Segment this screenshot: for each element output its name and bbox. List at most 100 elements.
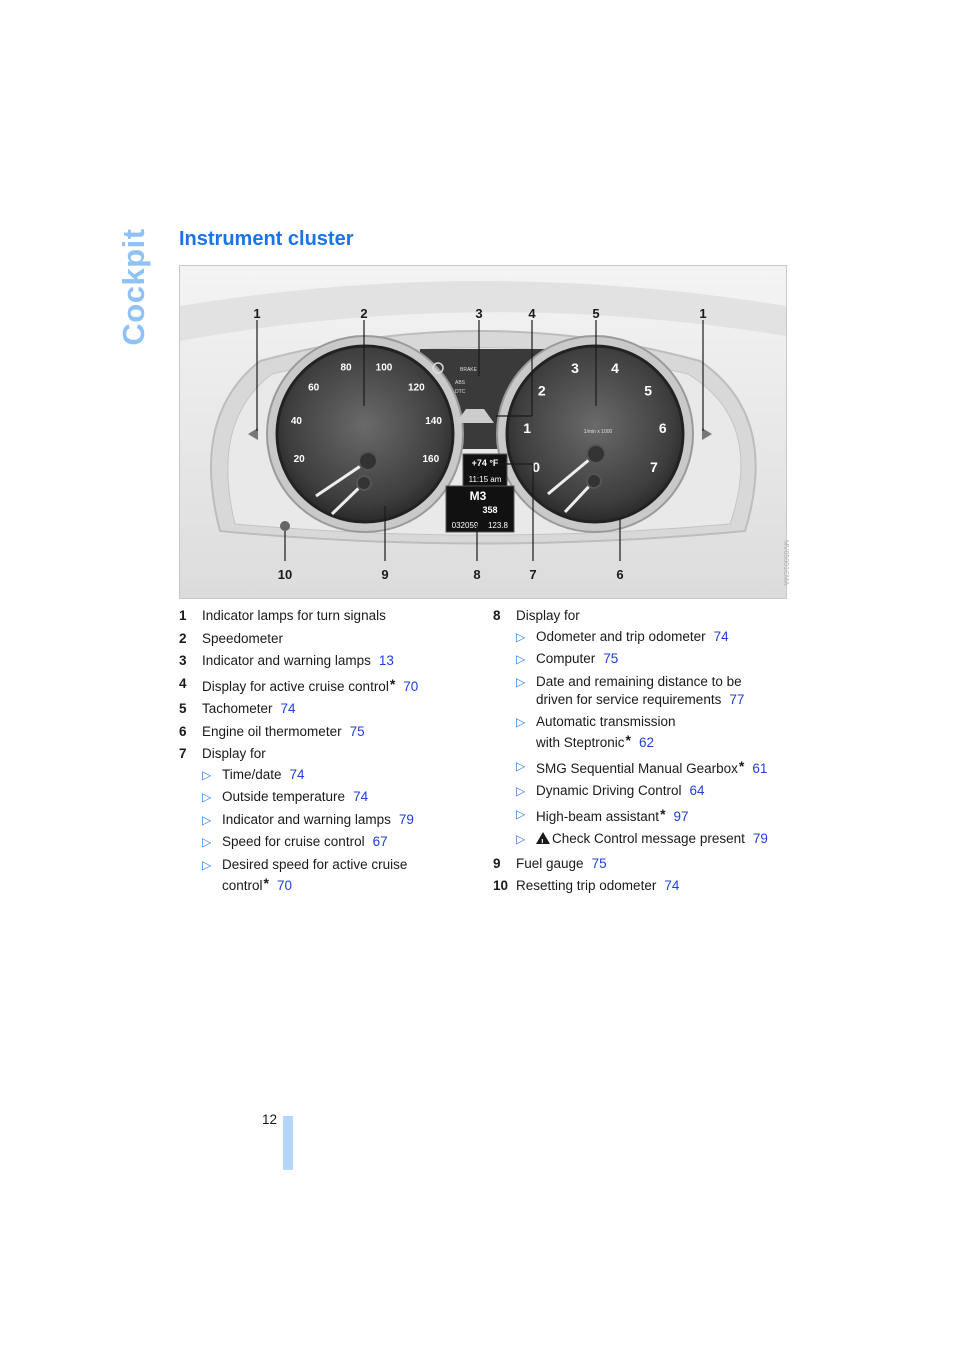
page-link[interactable]: 77 (729, 692, 744, 707)
section-tab: Cockpit (114, 228, 154, 346)
page-link[interactable]: 79 (399, 812, 414, 827)
bullet-triangle-icon: ▷ (202, 835, 212, 849)
legend-subtext-cont: control (222, 877, 263, 893)
page-link[interactable]: 79 (753, 831, 768, 846)
legend-subitem: ▷ Automatic transmission with Steptronic* 6… (493, 713, 793, 752)
legend-subitem: ▷ Outside temperature 74 (179, 788, 469, 806)
page-link[interactable]: 74 (664, 878, 679, 893)
bullet-triangle-icon: ▷ (202, 767, 212, 782)
legend-subtext: Dynamic Driving Control (536, 783, 682, 798)
callout-7: 7 (529, 567, 536, 582)
page-link[interactable]: 75 (592, 856, 607, 871)
legend-subitem: ▷ Computer 75 (493, 650, 793, 668)
legend-text: Resetting trip odometer (516, 878, 657, 893)
legend-item: 6 Engine oil thermometer 75 (179, 721, 469, 744)
legend-item: 8 Display for (493, 605, 793, 628)
page-link[interactable]: 97 (674, 809, 689, 824)
dtc-lamp: DTC (455, 389, 466, 395)
section-tab-label: Cockpit (116, 228, 151, 346)
legend-subitem: ▷ Indicator and warning lamps 79 (179, 811, 469, 829)
scale-label: 120 (408, 382, 425, 393)
legend-subtext: High-beam assistant (536, 808, 660, 824)
page-link[interactable]: 74 (714, 629, 729, 644)
legend-item: 10 Resetting trip odometer 74 (493, 875, 793, 898)
page-link[interactable]: 70 (277, 878, 292, 893)
footnote-star: * (263, 874, 269, 891)
legend-text: Tachometer (202, 701, 273, 716)
legend-number: 9 (493, 855, 501, 871)
scale-label: 100 (376, 363, 393, 374)
legend-text: Speedometer (202, 630, 284, 646)
legend-subtext: Outside temperature (222, 789, 346, 804)
scale-label: 6 (659, 420, 667, 436)
legend-subitem: ▷ Desired speed for active cruise control*… (179, 856, 469, 895)
bullet-triangle-icon: ▷ (516, 806, 526, 821)
page-link[interactable]: 62 (639, 735, 654, 750)
legend-subitem: ▷ Date and remaining distance to be driven… (493, 673, 793, 709)
scale-label: 7 (650, 459, 658, 475)
page-link[interactable]: 67 (373, 834, 388, 849)
legend-number: 7 (179, 746, 187, 761)
legend-text: Display for (202, 746, 266, 761)
page-heading: Instrument cluster (179, 228, 354, 250)
page-link[interactable]: 13 (379, 653, 394, 668)
page-link[interactable]: 61 (752, 761, 767, 776)
legend-left: 1 Indicator lamps for turn signals 2 Speedo… (179, 605, 469, 899)
scale-label: 80 (340, 363, 352, 374)
callout-1-right: 1 (699, 306, 706, 321)
callout-8: 8 (473, 567, 480, 582)
bullet-triangle-icon: ▷ (516, 758, 526, 773)
legend-subitem: ▷ Check Control message present 79 (493, 830, 793, 852)
page-link[interactable]: 64 (690, 783, 705, 798)
callout-2: 2 (360, 306, 367, 321)
legend-item: 5 Tachometer 74 (179, 698, 469, 721)
clock-time: 11:15 am (469, 475, 502, 484)
legend-subtext: Check Control message present (552, 831, 745, 846)
legend-item: 2 Speedometer (179, 628, 469, 651)
legend-subitem: ▷ Time/date 74 (179, 766, 469, 784)
legend-subitem: ▷ Speed for cruise control 67 (179, 833, 469, 851)
legend-subitem: ▷ Dynamic Driving Control 64 (493, 782, 793, 800)
page-number: 12 (262, 1112, 278, 1127)
page-link[interactable]: 74 (353, 789, 368, 804)
legend-subtext: Desired speed for active cruise (222, 856, 408, 872)
legend-text: Indicator lamps for turn signals (202, 608, 386, 623)
legend-right: 8 Display for ▷ Odometer and trip odometer 7… (493, 605, 793, 898)
scale-label: 60 (308, 382, 320, 393)
legend-subtext: Indicator and warning lamps (222, 811, 391, 827)
bullet-triangle-icon: ▷ (516, 629, 526, 644)
range-display: 358 (482, 505, 497, 515)
bullet-triangle-icon: ▷ (516, 784, 526, 798)
scale-label: 4 (611, 360, 619, 376)
footnote-star: * (660, 805, 666, 822)
legend-text: Indicator and warning lamps (202, 653, 371, 668)
legend-subtext-cont: driven for service requirements (536, 691, 722, 707)
scale-label: 40 (291, 416, 303, 427)
callout-5: 5 (592, 306, 599, 321)
legend-item: 9 Fuel gauge 75 (493, 853, 793, 876)
legend-subtext: Odometer and trip odometer (536, 628, 706, 644)
page-link[interactable]: 75 (350, 724, 365, 739)
page-link[interactable]: 74 (290, 767, 305, 782)
page-link[interactable]: 75 (603, 651, 618, 666)
legend-subtext: Automatic transmission (536, 714, 676, 729)
legend-text: Display for active cruise control (202, 678, 389, 694)
callout-4: 4 (528, 306, 536, 321)
page-link[interactable]: 70 (403, 679, 418, 694)
legend-number: 5 (179, 701, 187, 716)
brake-lamp: BRAKE (460, 367, 478, 373)
callout-1-left: 1 (253, 306, 260, 321)
legend-number: 1 (179, 608, 187, 623)
scale-label: 20 (294, 454, 306, 465)
callout-3: 3 (475, 306, 482, 321)
legend-number: 2 (179, 630, 187, 646)
bullet-triangle-icon: ▷ (516, 652, 526, 666)
outside-temperature: +74 °F (472, 458, 499, 468)
legend-item: 3 Indicator and warning lamps 13 (179, 650, 469, 673)
legend-text: Fuel gauge (516, 855, 584, 871)
footnote-star: * (389, 675, 396, 692)
bullet-triangle-icon: ▷ (516, 715, 526, 729)
page-link[interactable]: 74 (281, 701, 296, 716)
tacho-caption: 1/min x 1000 (584, 429, 613, 435)
abs-lamp: ABS (455, 380, 466, 386)
